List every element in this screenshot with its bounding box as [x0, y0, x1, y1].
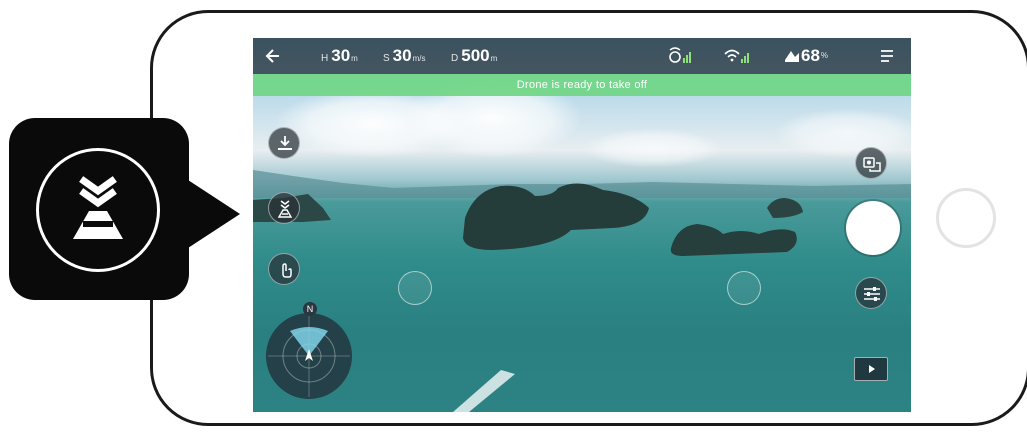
speed-unit: m/s	[412, 54, 426, 63]
height-label: H	[321, 53, 329, 64]
home-button	[936, 188, 996, 248]
menu-icon	[881, 50, 893, 62]
drone-signal-indicator	[667, 38, 693, 74]
battery-indicator: 68%	[783, 38, 828, 74]
battery-value: 68	[801, 46, 820, 65]
gesture-icon	[282, 263, 292, 278]
back-arrow-icon	[265, 49, 279, 63]
landing-button[interactable]	[268, 127, 300, 159]
distance-readout: D 500m	[451, 38, 497, 74]
take-off-button[interactable]	[268, 192, 300, 224]
distance-label: D	[451, 53, 459, 64]
top-bar: H 30m S 30m/s D 500m 68%	[253, 38, 911, 74]
left-joystick[interactable]	[398, 271, 432, 305]
gesture-button[interactable]	[268, 253, 300, 285]
speed-value: 30	[392, 46, 412, 65]
back-button[interactable]	[265, 38, 281, 74]
callout-pointer	[188, 180, 240, 248]
menu-button[interactable]	[879, 38, 895, 74]
camera-settings-button[interactable]	[855, 277, 887, 309]
landing-icon	[278, 136, 292, 150]
height-unit: m	[351, 54, 358, 63]
settings-sliders-icon	[864, 287, 880, 301]
wifi-signal-icon	[724, 49, 749, 63]
playback-button[interactable]	[854, 357, 888, 381]
battery-unit: %	[820, 51, 829, 60]
take-off-icon	[277, 200, 293, 218]
radar-north-marker: N	[303, 302, 317, 316]
speed-label: S	[383, 53, 390, 64]
distance-unit: m	[490, 54, 498, 63]
radar-graphic	[268, 315, 350, 397]
distance-value: 500	[461, 46, 490, 65]
wifi-indicator	[723, 38, 751, 74]
camera-switch-icon	[863, 157, 881, 172]
callout-take-off-icon	[36, 148, 160, 272]
height-value: 30	[331, 46, 351, 65]
play-icon	[869, 365, 875, 373]
right-joystick[interactable]	[727, 271, 761, 305]
take-off-icon	[73, 176, 123, 239]
height-readout: H 30m	[321, 38, 358, 74]
radar-map	[266, 313, 352, 399]
status-banner: Drone is ready to take off	[253, 74, 911, 96]
camera-switch-button[interactable]	[855, 147, 887, 179]
speed-readout: S 30m/s	[383, 38, 425, 74]
drone-signal-icon	[669, 47, 691, 63]
shutter-button[interactable]	[846, 201, 900, 255]
drone-battery-icon	[785, 51, 799, 62]
